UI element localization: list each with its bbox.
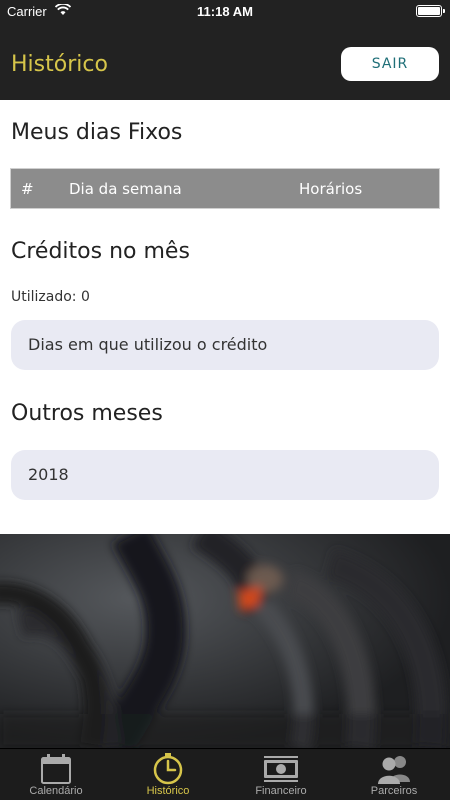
logout-button[interactable]: SAIR — [341, 47, 439, 81]
other-months-title: Outros meses — [11, 401, 163, 426]
tab-financial-label: Financeiro — [255, 785, 307, 797]
tab-partners-label: Parceiros — [370, 785, 418, 797]
fixed-days-title: Meus dias Fixos — [11, 120, 183, 145]
battery-icon — [416, 5, 445, 17]
tab-partners[interactable]: Parceiros — [338, 749, 450, 800]
clock-icon — [153, 753, 183, 785]
tab-bar: Calendário Histórico Financeiro Parceiro… — [0, 748, 450, 800]
credits-used-label: Utilizado: 0 — [11, 289, 90, 305]
money-icon — [264, 756, 298, 782]
tab-calendar-label: Calendário — [29, 785, 83, 797]
status-time: 11:18 AM — [197, 4, 253, 19]
people-icon — [378, 756, 410, 784]
background-photo — [0, 534, 450, 748]
year-select[interactable]: 2018 — [11, 450, 439, 500]
column-header-times: Horários — [299, 180, 363, 198]
tab-calendar[interactable]: Calendário — [0, 749, 112, 800]
header: Histórico SAIR — [0, 24, 450, 100]
days-used-button[interactable]: Dias em que utilizou o crédito — [11, 320, 439, 370]
training-photo-image — [0, 534, 450, 748]
tab-history[interactable]: Histórico — [112, 749, 224, 800]
column-header-number: # — [21, 180, 34, 198]
main-content: Meus dias Fixos # Dia da semana Horários… — [0, 100, 450, 534]
page-title: Histórico — [11, 52, 108, 77]
column-header-weekday: Dia da semana — [69, 180, 182, 198]
tab-financial[interactable]: Financeiro — [225, 749, 337, 800]
calendar-icon — [41, 754, 71, 784]
tab-history-label: Histórico — [146, 785, 190, 797]
fixed-days-table-header: # Dia da semana Horários — [10, 168, 440, 209]
credits-title: Créditos no mês — [11, 239, 190, 264]
status-bar: Carrier 11:18 AM — [0, 0, 450, 24]
